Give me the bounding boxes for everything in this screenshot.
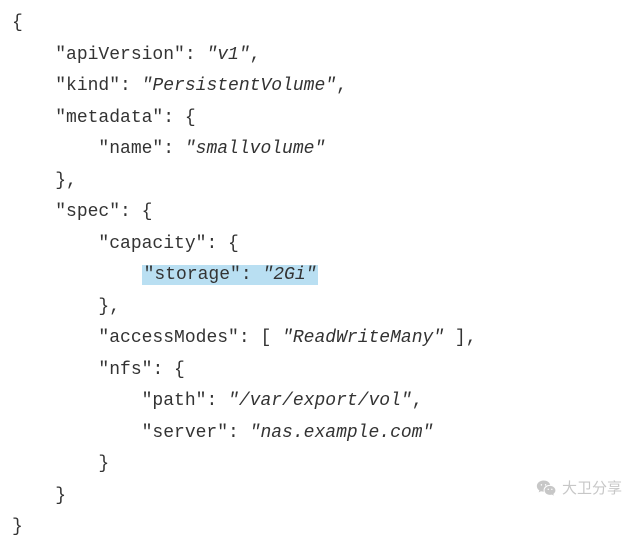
json-key: "nfs" xyxy=(98,360,152,380)
json-key: "kind" xyxy=(55,76,120,96)
json-key: "spec" xyxy=(55,202,120,222)
brace: { xyxy=(12,13,23,33)
json-value: "/var/export/vol" xyxy=(228,391,412,411)
json-key: "server" xyxy=(142,423,228,443)
wechat-icon xyxy=(536,478,556,498)
json-value: "smallvolume" xyxy=(185,139,325,159)
json-key: "name" xyxy=(98,139,163,159)
json-value: "nas.example.com" xyxy=(250,423,434,443)
json-key: "metadata" xyxy=(55,108,163,128)
json-key: "storage" xyxy=(144,265,241,285)
json-key: "capacity" xyxy=(98,234,206,254)
watermark-text: 大卫分享 xyxy=(562,477,622,498)
json-key: "accessModes" xyxy=(98,328,238,348)
json-value: "v1" xyxy=(206,45,249,65)
json-value: "ReadWriteMany" xyxy=(282,328,444,348)
highlighted-line: "storage": "2Gi" xyxy=(142,265,319,285)
json-key: "apiVersion" xyxy=(55,45,185,65)
json-value: "2Gi" xyxy=(262,265,316,285)
json-value: "PersistentVolume" xyxy=(142,76,336,96)
code-block: { "apiVersion": "v1", "kind": "Persisten… xyxy=(0,0,636,552)
watermark: 大卫分享 xyxy=(536,477,622,498)
json-key: "path" xyxy=(142,391,207,411)
